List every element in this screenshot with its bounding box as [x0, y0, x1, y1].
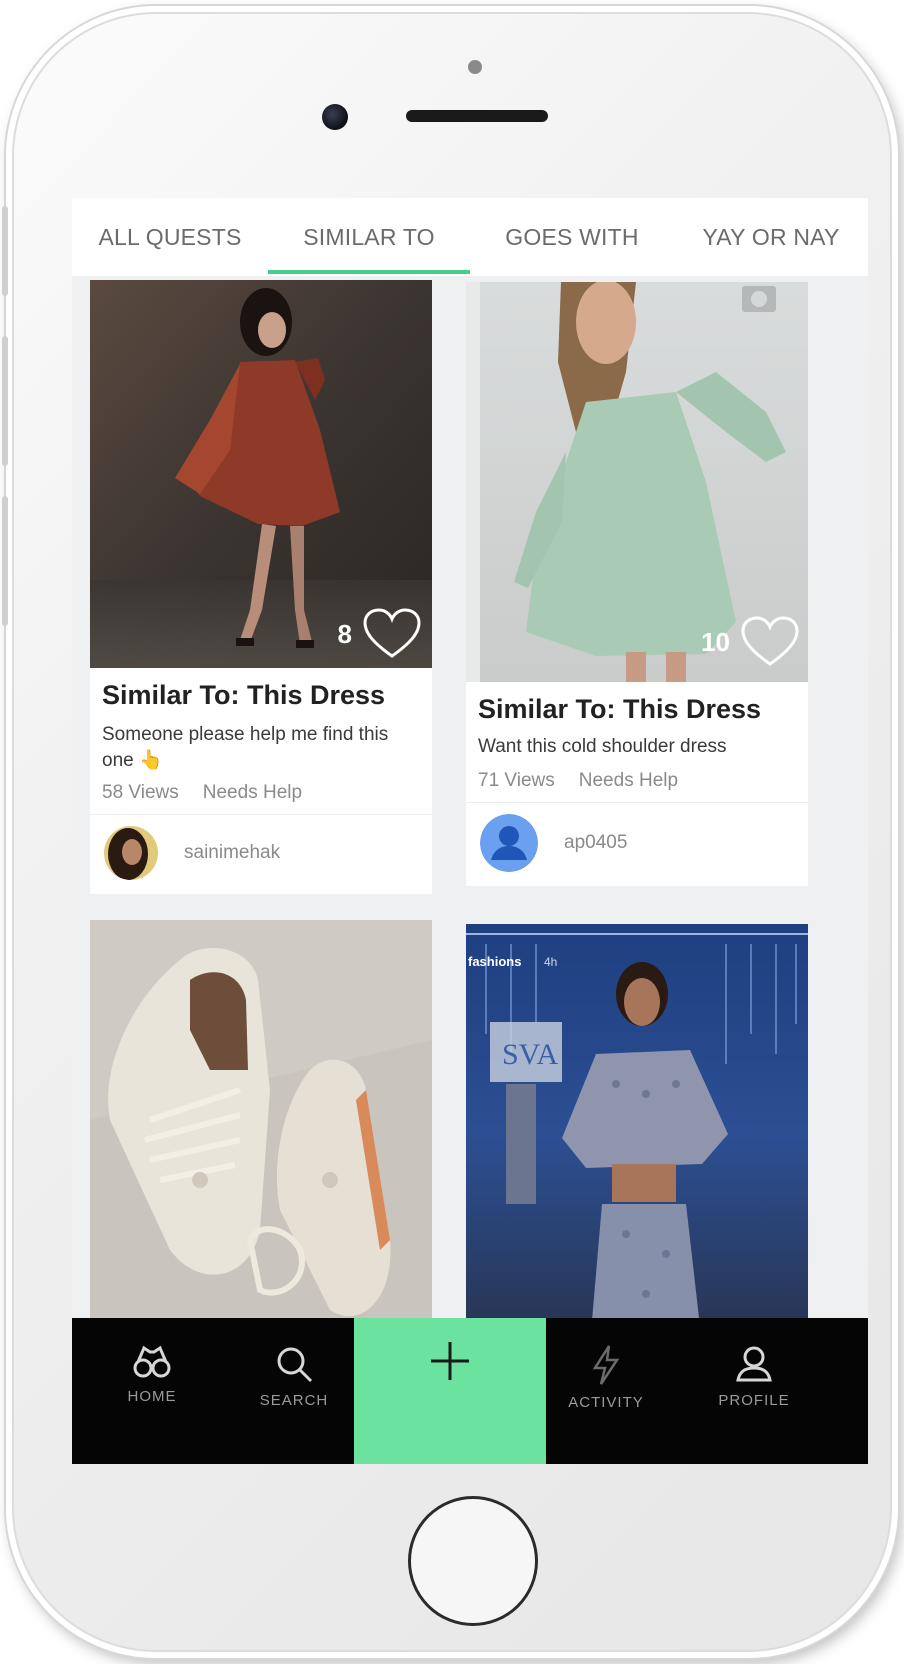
default-avatar-icon[interactable]: [480, 814, 538, 872]
nav-activity[interactable]: ACTIVITY: [556, 1318, 656, 1464]
volume-up-button: [2, 336, 8, 466]
sneakers-photo[interactable]: [90, 920, 432, 1340]
quest-card[interactable]: 8 Similar To: This Dress Someone please …: [90, 280, 432, 894]
divider: [466, 802, 808, 803]
quest-card[interactable]: fashions 4h SVA: [466, 924, 808, 1344]
heart-icon[interactable]: [740, 616, 800, 668]
volume-down-button: [2, 496, 8, 626]
nav-activity-label: ACTIVITY: [568, 1394, 644, 1411]
user-row[interactable]: sainimehak: [104, 826, 280, 880]
nav-search[interactable]: SEARCH: [244, 1318, 344, 1464]
card-title: Similar To: This Dress: [478, 694, 762, 724]
earpiece-speaker: [406, 110, 548, 122]
avatar[interactable]: [104, 826, 158, 880]
nav-profile[interactable]: PROFILE: [704, 1318, 804, 1464]
user-row[interactable]: ap0405: [480, 814, 627, 872]
profile-icon: [736, 1346, 772, 1382]
status-label: Needs Help: [202, 782, 303, 803]
tab-goes-with[interactable]: GOES WITH: [470, 198, 674, 276]
binoculars-icon: [133, 1345, 171, 1378]
quest-card[interactable]: 10 Similar To: This Dress Want this cold…: [466, 282, 808, 886]
card-description: Want this cold shoulder dress: [478, 736, 727, 757]
story-account: fashions: [468, 954, 521, 969]
status-label: Needs Help: [578, 770, 679, 791]
search-icon: [277, 1347, 313, 1383]
backdrop-sign: SVA: [502, 1038, 558, 1071]
tab-all-quests[interactable]: ALL QUESTS: [72, 198, 268, 276]
app-screen: ALL QUESTS SIMILAR TO GOES WITH YAY OR N…: [72, 198, 868, 1464]
nav-home[interactable]: HOME: [102, 1318, 202, 1464]
like-count: 8: [337, 618, 352, 649]
like-counter[interactable]: 8: [338, 608, 422, 660]
card-meta: 71 Views Needs Help: [478, 770, 678, 792]
view-count: 58 Views: [102, 782, 179, 803]
nav-home-label: HOME: [127, 1388, 177, 1405]
front-camera-icon: [322, 104, 348, 130]
add-quest-button[interactable]: [354, 1318, 546, 1464]
quest-card[interactable]: [90, 920, 432, 1340]
lightning-icon: [592, 1345, 620, 1385]
plus-icon: [431, 1342, 469, 1380]
divider: [90, 814, 432, 815]
mute-switch: [2, 206, 8, 296]
card-description: Someone please help me find this one 👆: [102, 724, 389, 771]
like-count: 10: [701, 626, 730, 657]
home-button[interactable]: [408, 1496, 538, 1626]
view-count: 71 Views: [478, 770, 555, 791]
bottom-navigation: HOME SEARCH ACTIVITY PROFILE: [72, 1318, 868, 1464]
heart-icon[interactable]: [362, 608, 422, 660]
tab-yay-or-nay[interactable]: YAY OR NAY: [674, 198, 868, 276]
nav-search-label: SEARCH: [259, 1392, 329, 1409]
nav-profile-label: PROFILE: [718, 1392, 790, 1409]
username[interactable]: sainimehak: [184, 842, 280, 864]
category-tabs: ALL QUESTS SIMILAR TO GOES WITH YAY OR N…: [72, 198, 868, 276]
like-counter[interactable]: 10: [701, 616, 800, 668]
card-meta: 58 Views Needs Help: [102, 782, 302, 804]
story-time: 4h: [544, 955, 557, 969]
username[interactable]: ap0405: [564, 832, 627, 854]
tab-similar-to[interactable]: SIMILAR TO: [268, 198, 470, 276]
proximity-sensor: [468, 60, 482, 74]
card-title: Similar To: This Dress: [102, 680, 386, 710]
runway-photo[interactable]: fashions 4h SVA: [466, 924, 808, 1344]
